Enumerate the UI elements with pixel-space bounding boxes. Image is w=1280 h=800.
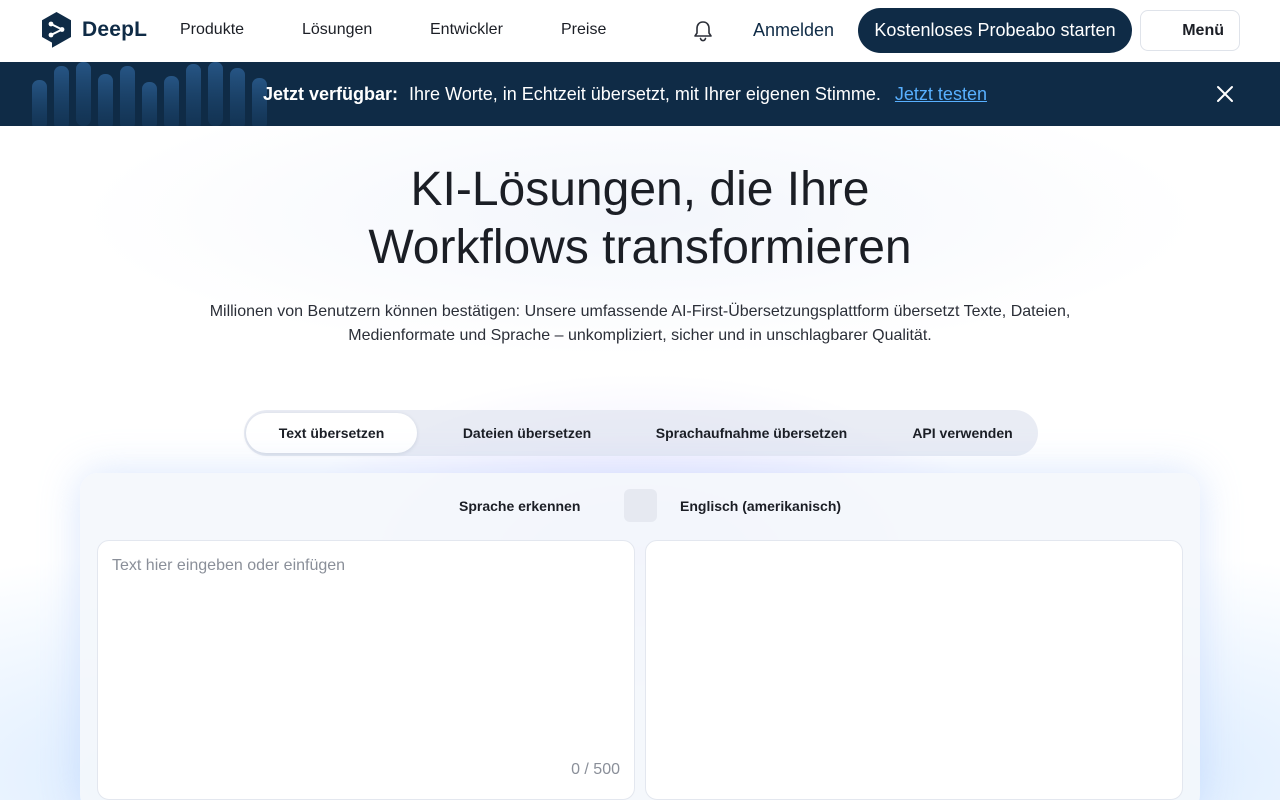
banner-try-link[interactable]: Jetzt testen bbox=[895, 84, 987, 104]
target-language-select[interactable]: Englisch (amerikanisch) bbox=[680, 497, 841, 515]
hero-subtitle-line1: Millionen von Benutzern können bestätige… bbox=[209, 303, 1071, 320]
start-trial-button[interactable]: Kostenloses Probeabo starten bbox=[858, 8, 1132, 53]
deepl-logo[interactable]: DeepL bbox=[40, 11, 147, 49]
tab-voice-translate[interactable]: Sprachaufnahme übersetzen bbox=[639, 413, 864, 453]
menu-label: Menü bbox=[1182, 21, 1224, 39]
waveform-decoration bbox=[32, 62, 267, 126]
deepl-logo-icon bbox=[42, 12, 71, 48]
announcement-banner: Jetzt verfügbar: Ihre Worte, in Echtzeit… bbox=[0, 62, 1280, 126]
nav-item-preise[interactable]: Preise bbox=[561, 19, 606, 41]
brand-name: DeepL bbox=[82, 18, 148, 41]
source-text-input[interactable] bbox=[112, 555, 620, 745]
banner-bold-label: Jetzt verfügbar: bbox=[263, 84, 399, 104]
source-language-select[interactable]: Sprache erkennen bbox=[459, 497, 580, 515]
close-icon[interactable] bbox=[1214, 83, 1236, 105]
hero-subtitle-line2: Medienformate und Sprache – unkomplizier… bbox=[348, 327, 932, 344]
hero-title-line2: Workflows transformieren bbox=[368, 221, 912, 274]
banner-text: Ihre Worte, in Echtzeit übersetzt, mit I… bbox=[409, 84, 881, 104]
nav-item-produkte[interactable]: Produkte bbox=[180, 19, 244, 41]
character-counter: 0 / 500 bbox=[571, 761, 620, 778]
banner-message: Jetzt verfügbar: Ihre Worte, in Echtzeit… bbox=[263, 83, 987, 105]
nav-item-entwickler[interactable]: Entwickler bbox=[430, 19, 503, 41]
tab-file-translate[interactable]: Dateien übersetzen bbox=[427, 413, 627, 453]
hero-subtitle: Millionen von Benutzern können bestätige… bbox=[200, 300, 1080, 348]
swap-languages-button[interactable] bbox=[624, 489, 657, 522]
tab-text-translate[interactable]: Text übersetzen bbox=[246, 413, 417, 453]
translator-tabs: Text übersetzen Dateien übersetzen Sprac… bbox=[244, 410, 1038, 456]
hero-title-line1: KI-Lösungen, die Ihre bbox=[410, 163, 870, 216]
top-header: DeepL Produkte Lösungen Entwickler Preis… bbox=[0, 0, 1280, 62]
hero-title: KI-Lösungen, die Ihre Workflows transfor… bbox=[240, 161, 1040, 277]
tab-api[interactable]: API verwenden bbox=[884, 413, 1041, 453]
login-link[interactable]: Anmelden bbox=[753, 18, 834, 42]
bell-icon[interactable] bbox=[692, 19, 714, 43]
target-text-area bbox=[645, 540, 1183, 800]
menu-button[interactable]: Menü bbox=[1140, 10, 1240, 51]
nav-item-loesungen[interactable]: Lösungen bbox=[302, 19, 372, 41]
